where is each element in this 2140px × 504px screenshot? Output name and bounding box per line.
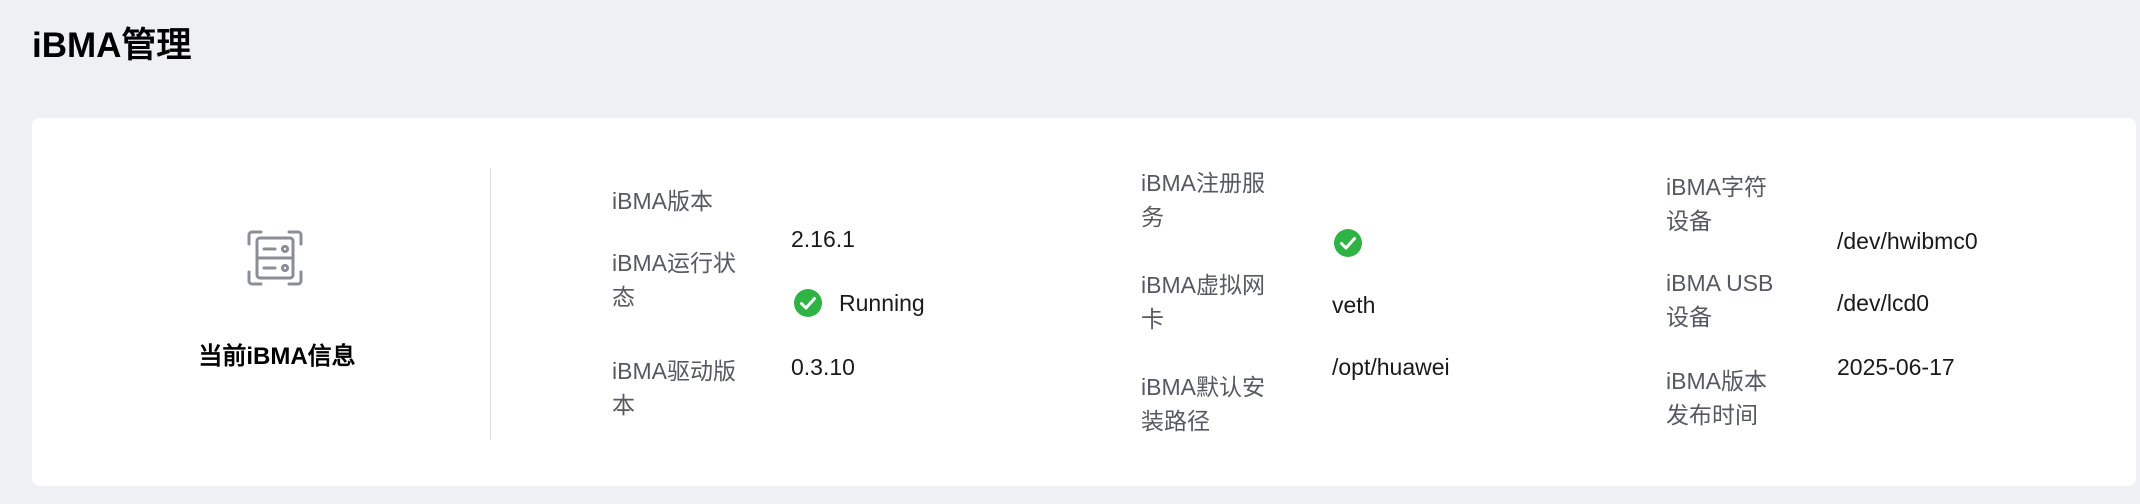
label-line: iBMA虚拟网 — [1141, 272, 1265, 298]
label-line: 卡 — [1141, 306, 1164, 332]
label-line: iBMA注册服 — [1141, 170, 1265, 196]
check-circle-icon — [794, 289, 822, 317]
field-label-char-device: iBMA字符 设备 — [1666, 170, 1767, 238]
label-line: 态 — [612, 284, 635, 310]
label-line: 装路径 — [1141, 408, 1210, 434]
label-line: iBMA USB — [1666, 270, 1774, 296]
field-value-char-device: /dev/hwibmc0 — [1837, 228, 1978, 254]
label-line: 本 — [612, 392, 635, 418]
server-info-icon — [247, 230, 303, 286]
field-label-release-time: iBMA版本 发布时间 — [1666, 364, 1767, 432]
field-label-version: iBMA版本 — [612, 184, 713, 218]
field-label-driver-version: iBMA驱动版 本 — [612, 354, 736, 422]
summary-label: 当前iBMA信息 — [198, 343, 356, 370]
divider — [490, 168, 491, 440]
field-label-run-status: iBMA运行状 态 — [612, 246, 736, 314]
ibma-info-card: 当前iBMA信息 iBMA版本 2.16.1 iBMA运行状 态 Running… — [32, 118, 2136, 486]
field-value-version: 2.16.1 — [791, 226, 855, 252]
field-label-register-service: iBMA注册服 务 — [1141, 166, 1265, 234]
label-line: 发布时间 — [1666, 402, 1758, 428]
field-value-install-path: /opt/huawei — [1332, 354, 1450, 380]
label-line: iBMA版本 — [1666, 368, 1767, 394]
field-value-driver-version: 0.3.10 — [791, 354, 855, 380]
label-line: iBMA默认安 — [1141, 374, 1265, 400]
label-line: 设备 — [1666, 208, 1712, 234]
check-circle-icon — [1334, 229, 1362, 257]
field-label-usb-device: iBMA USB 设备 — [1666, 266, 1773, 334]
field-value-virtual-nic: veth — [1332, 292, 1376, 318]
field-label-virtual-nic: iBMA虚拟网 卡 — [1141, 268, 1265, 336]
field-value-usb-device: /dev/lcd0 — [1837, 290, 1930, 316]
label-line: iBMA字符 — [1666, 174, 1767, 200]
field-label-install-path: iBMA默认安 装路径 — [1141, 370, 1265, 438]
label-line: iBMA驱动版 — [612, 358, 736, 384]
field-value-run-status: Running — [839, 290, 925, 316]
field-value-release-time: 2025-06-17 — [1837, 354, 1955, 380]
summary-panel: 当前iBMA信息 — [32, 168, 490, 440]
label-line: iBMA版本 — [612, 188, 713, 214]
page-title: iBMA管理 — [32, 26, 192, 65]
label-line: 务 — [1141, 204, 1164, 230]
label-line: iBMA运行状 — [612, 250, 736, 276]
label-line: 设备 — [1666, 304, 1712, 330]
